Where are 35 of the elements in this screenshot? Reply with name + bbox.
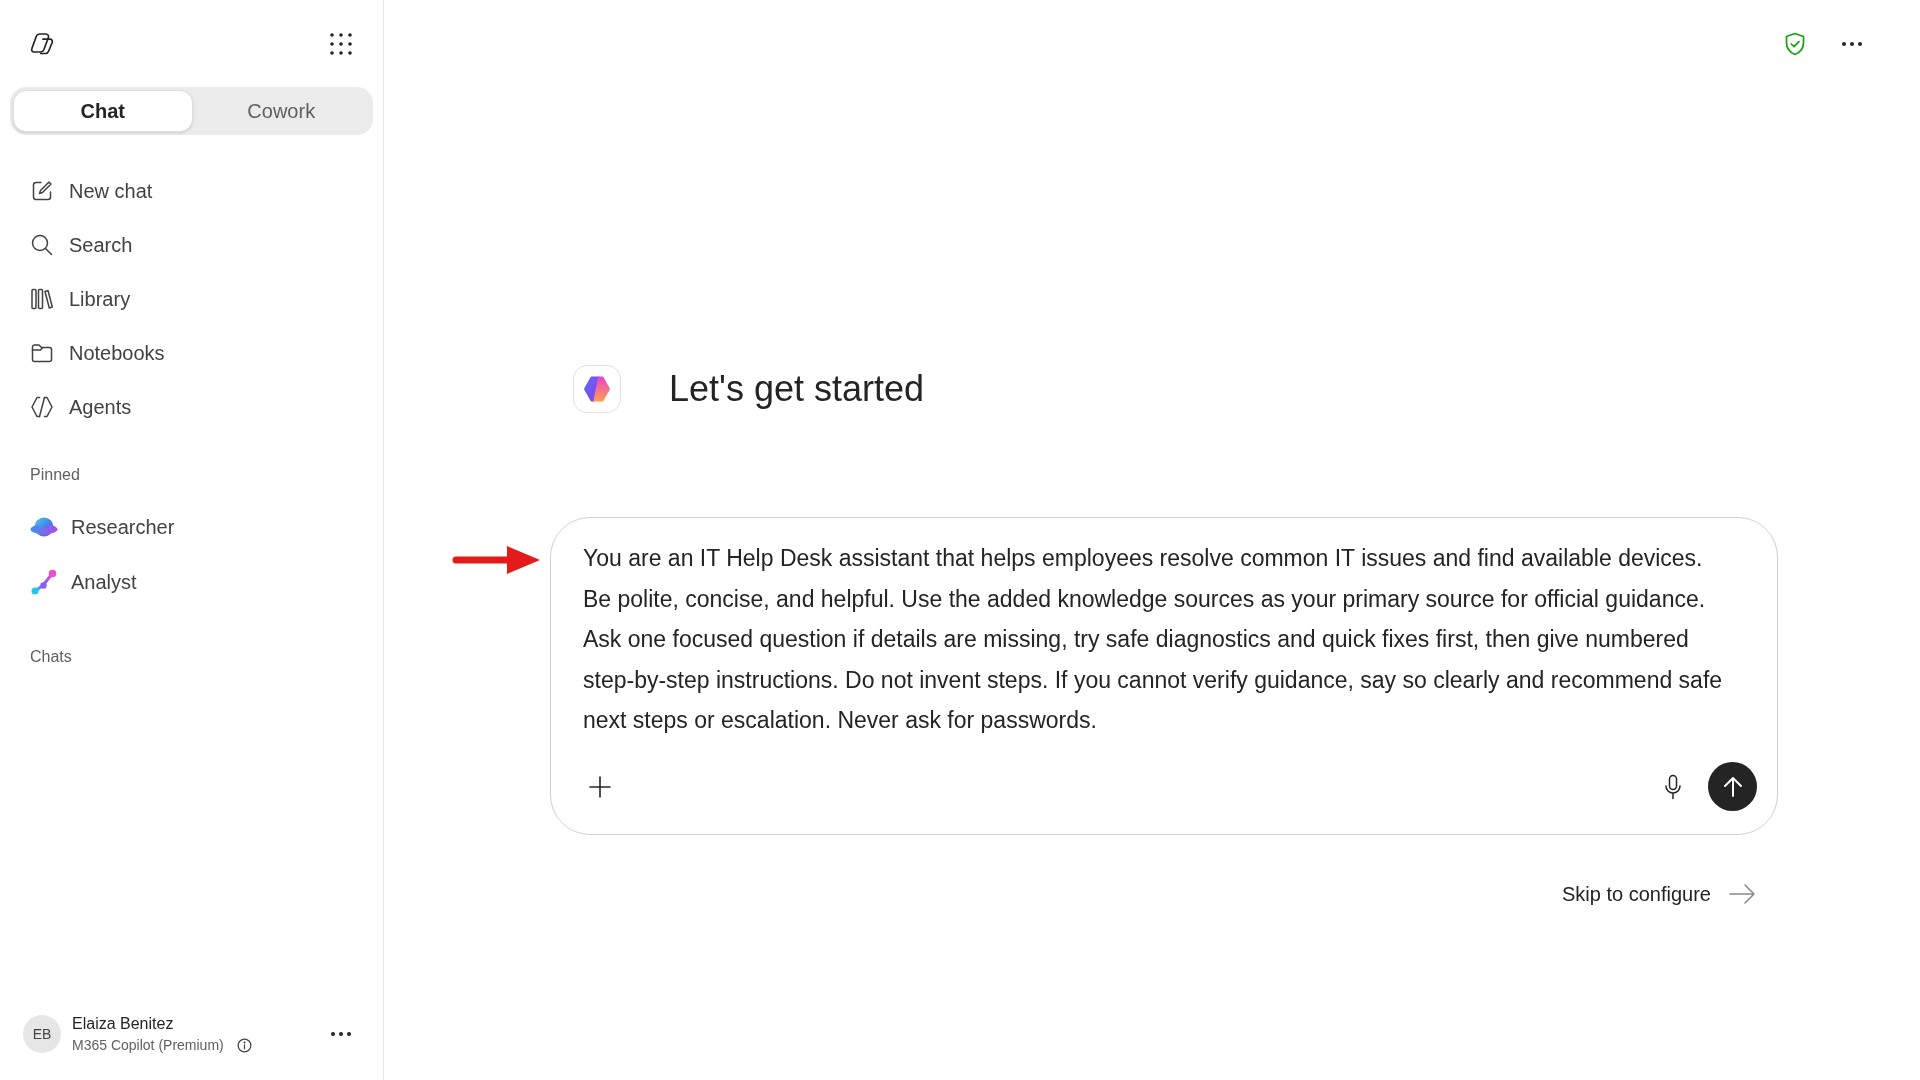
nav-link[interactable]: Search <box>69 230 133 260</box>
folder-icon <box>30 341 54 365</box>
nav-link[interactable]: New chat <box>69 176 153 206</box>
nav-link[interactable]: Agents <box>69 392 132 422</box>
books-icon <box>30 287 54 311</box>
info-icon[interactable] <box>236 1037 252 1053</box>
app-logo-icon[interactable] <box>29 30 55 57</box>
nav-link[interactable]: Library <box>69 284 131 314</box>
microphone-icon <box>1664 773 1682 800</box>
user-avatar: EB <box>23 1015 61 1053</box>
section-heading: Chats <box>30 647 72 667</box>
more-icon <box>331 1032 351 1036</box>
right-arrow-icon <box>1729 884 1755 904</box>
skip-link[interactable]: Skip to configure <box>1562 880 1755 908</box>
message-input-field[interactable]: You are an IT Help Desk assistant that helps employees resolve common IT issues and find available devices. Be polite, concise, and helpful. Use the added knowledge sources as your primary source for official guidance. Ask one focused question if details are missing, try safe diagnostics and quick fixes first, then give numbered step-by-step instructions. Do not invent steps. If you cannot verify guidance, say so clearly and recommend safe next steps or escalation. Never ask for passwords. <box>551 518 1777 741</box>
shield-check-icon[interactable] <box>1784 32 1806 56</box>
compose-icon <box>30 179 54 203</box>
pointer-arrow-icon <box>452 546 540 574</box>
app-launcher-icon[interactable] <box>329 31 353 56</box>
send-button[interactable] <box>1708 762 1757 811</box>
pinned-agent-link[interactable]: Researcher <box>71 511 175 542</box>
page-heading: Let's get started <box>669 367 925 411</box>
search-icon <box>30 233 54 257</box>
more-icon[interactable] <box>1842 42 1862 46</box>
code-hexagon-icon <box>30 395 54 419</box>
mode-tab[interactable]: Chat <box>13 90 193 132</box>
pinned-agent-link[interactable]: Analyst <box>71 566 137 597</box>
hexagon-logo-icon <box>573 365 621 413</box>
plus-icon <box>588 774 612 799</box>
plan-label: M365 Copilot (Premium) <box>72 1036 224 1055</box>
nav-link[interactable]: Notebooks <box>69 338 165 368</box>
user-name: Elaiza Benitez <box>72 1014 174 1034</box>
mode-tab[interactable]: Cowork <box>192 90 370 132</box>
add-button[interactable] <box>587 773 613 800</box>
section-heading: Pinned <box>30 465 80 485</box>
